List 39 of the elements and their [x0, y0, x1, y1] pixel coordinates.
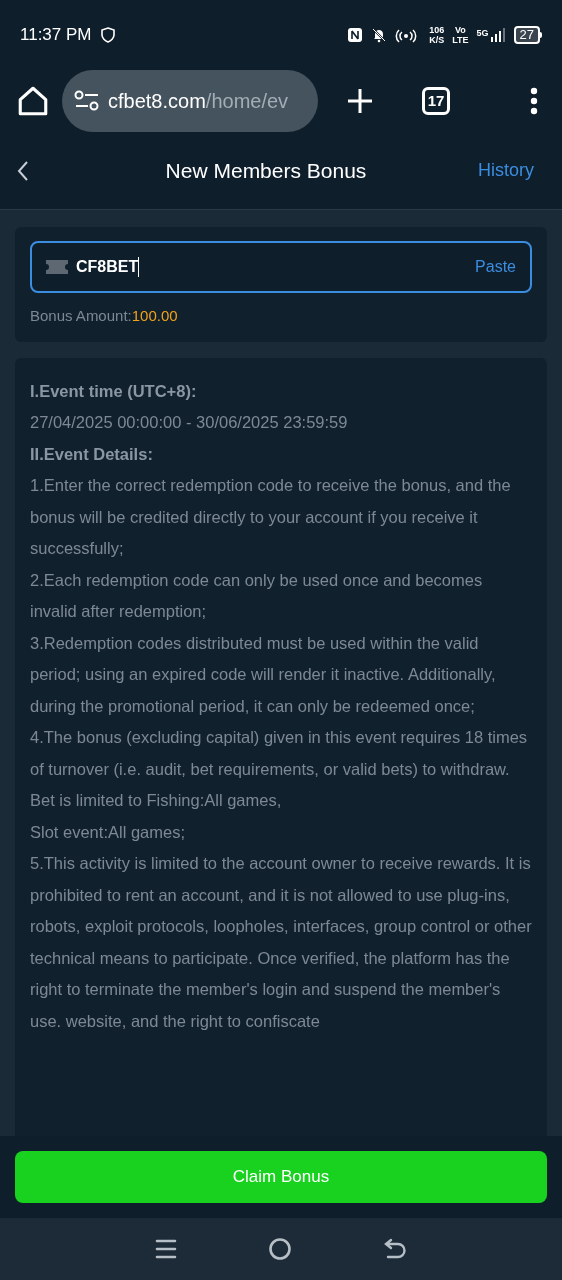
bonus-amount: Bonus Amount:100.00 [30, 306, 179, 326]
paste-button[interactable]: Paste [475, 255, 516, 279]
recents-icon[interactable] [155, 1238, 178, 1260]
battery-indicator: 27 [513, 26, 542, 44]
menu-icon[interactable] [530, 87, 538, 115]
rules-paragraph: 27/04/2025 00:00:00 - 30/06/2025 23:59:59 [30, 412, 349, 433]
rules-heading: I.Event time (UTC+8): [30, 380, 198, 402]
rules-paragraph: 5.This activity is limited to the account owner to receive rewards. It is prohibited to rent an account, and it is not allowed to use plug-ins, robots, exploit protocols, loopholes, interfaces, group control or other technical means to participate. Once verified, the platform has the right to terminate the member's login and suspend the member's use. website, and the right to confiscate [30, 853, 532, 1032]
speed-unit: K/S [429, 35, 445, 45]
nfc-icon [347, 27, 364, 43]
back-icon[interactable] [16, 159, 30, 182]
speed-value: 106 [429, 25, 445, 35]
rules-heading: II.Event Details: [30, 443, 154, 465]
code-input-field[interactable]: CF8BET Paste [30, 241, 532, 293]
plus-icon[interactable] [346, 87, 374, 115]
home-circle-icon[interactable] [268, 1237, 292, 1261]
rules-paragraph: 4.The bonus (excluding capital) given in this event requires 18 times of turnover (i.e. audit, bet requirements, or valid bets) to withdraw. Bet is limited to Fishing:All games, [30, 727, 529, 811]
volte-label: Vo [454, 25, 466, 35]
home-icon[interactable] [16, 84, 50, 118]
back-nav-icon[interactable] [382, 1237, 407, 1261]
address-bar[interactable]: cfbet8.com/home/ev [62, 70, 318, 132]
bell-off-icon [371, 27, 388, 43]
ticket-icon [46, 260, 68, 274]
status-time: 11:37 PM [20, 24, 92, 47]
history-link[interactable]: History [478, 157, 534, 184]
network-label: 5G [476, 28, 489, 38]
rules-paragraph: Slot event:All games; [30, 821, 186, 843]
url-text: cfbet8.com/home/ev [108, 89, 289, 114]
site-settings-icon[interactable] [74, 90, 100, 112]
code-value: CF8BET [76, 257, 139, 277]
lte-label: LTE [452, 35, 469, 45]
rules-paragraph: 2.Each redemption code can only be used once and becomes invalid after redemption; [30, 569, 484, 622]
signal-icon [489, 28, 506, 42]
shield-icon [99, 27, 116, 43]
page-title: New Members Bonus [164, 157, 368, 184]
rules-paragraph: 3.Redemption codes distributed must be used within the valid period; using an expired code will render it inactive. Additionally, during the promotional period, it can only be redeemed once; [30, 632, 497, 717]
rules-paragraph: 1.Enter the correct redemption code to receive the bonus, and the bonus will be credited directly to your account if you receive it successfully; [30, 475, 512, 559]
hotspot-icon [395, 27, 418, 43]
tab-count[interactable]: 17 [422, 87, 450, 115]
